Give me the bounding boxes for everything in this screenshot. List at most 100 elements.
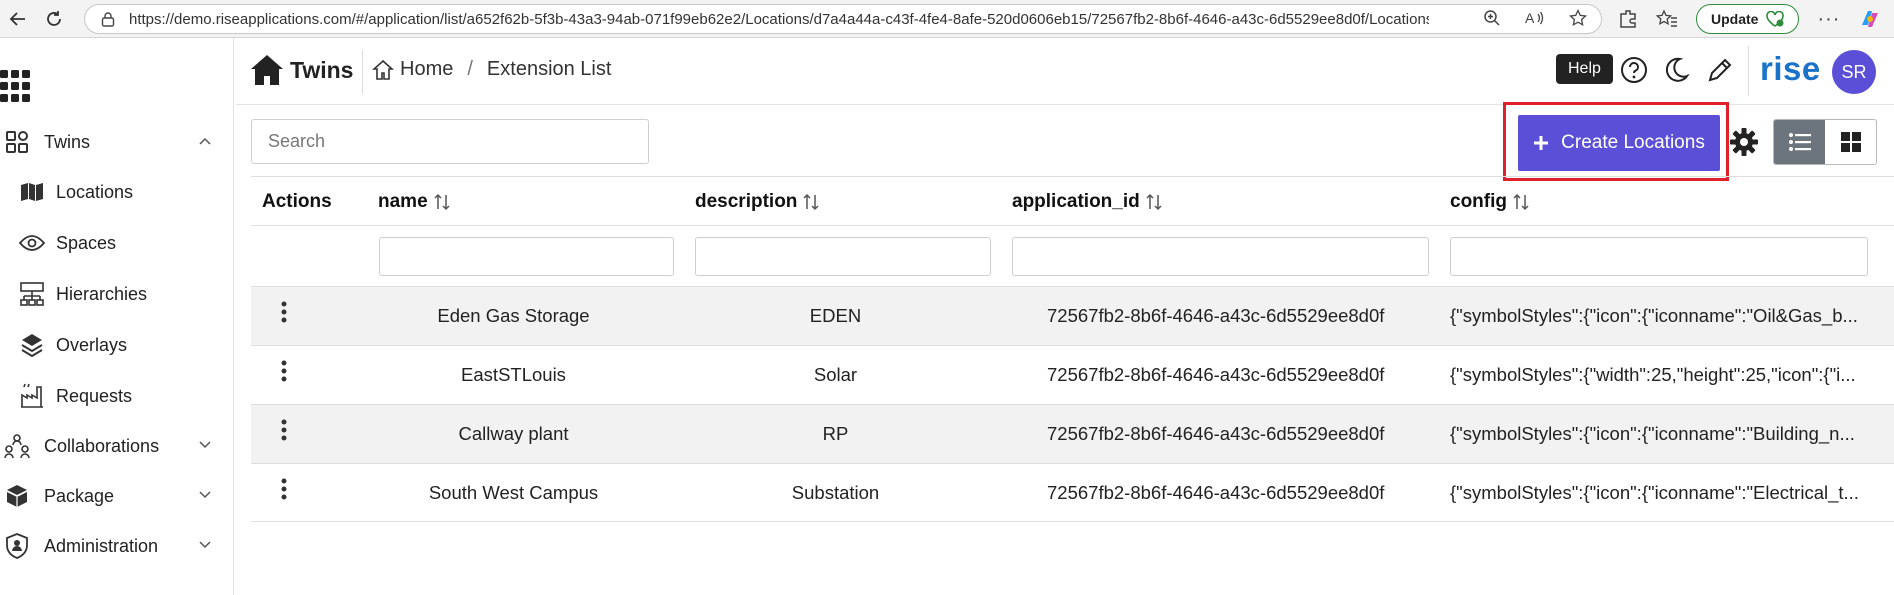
more-icon[interactable]: ··· — [1817, 8, 1840, 31]
gear-icon[interactable] — [1729, 127, 1759, 157]
back-button[interactable] — [0, 4, 36, 34]
kebab-menu-icon[interactable] — [281, 419, 287, 441]
header-divider — [362, 50, 363, 94]
list-icon — [1788, 133, 1811, 151]
chevron-down-icon — [199, 541, 211, 549]
table-top-border — [251, 176, 1894, 177]
search-input[interactable] — [251, 119, 649, 164]
sidebar-item-overlays[interactable]: Overlays — [14, 325, 246, 365]
column-header-label: application_id — [1012, 191, 1140, 212]
create-locations-button[interactable]: Create Locations — [1518, 115, 1720, 171]
cell-name: EastSTLouis — [461, 364, 566, 385]
sidebar-item-package[interactable]: Package — [0, 476, 232, 516]
column-header-name[interactable]: name — [378, 191, 450, 213]
column-header-label: Actions — [262, 191, 332, 212]
sort-icon — [1513, 193, 1529, 211]
column-header-config[interactable]: config — [1450, 191, 1529, 213]
app-title: Twins — [290, 56, 354, 83]
cell-name: Eden Gas Storage — [437, 305, 590, 326]
sort-icon — [803, 193, 819, 211]
layers-icon — [21, 334, 43, 358]
table-row[interactable]: EastSTLouis Solar 72567fb2-8b6f-4646-a43… — [251, 346, 1894, 404]
update-button[interactable]: Update — [1696, 4, 1800, 34]
sidebar-item-label: Requests — [56, 385, 133, 406]
sidebar-item-label: Package — [44, 485, 115, 506]
avatar[interactable]: SR — [1832, 50, 1876, 94]
filter-input-application-id[interactable] — [1012, 237, 1429, 276]
sidebar-item-label: Collaborations — [44, 435, 160, 456]
apps-grid-icon[interactable] — [0, 68, 30, 104]
sidebar-item-label: Administration — [44, 535, 159, 556]
kebab-menu-icon[interactable] — [281, 478, 287, 500]
header-row-border — [251, 225, 1894, 226]
filter-input-description[interactable] — [695, 237, 991, 276]
column-header-label: description — [695, 191, 798, 212]
kebab-menu-icon[interactable] — [281, 301, 287, 323]
extensions-icon[interactable] — [1618, 9, 1638, 29]
filter-input-config[interactable] — [1450, 237, 1868, 276]
moon-icon[interactable] — [1662, 56, 1690, 84]
filter-input-name[interactable] — [379, 237, 674, 276]
map-icon — [21, 183, 43, 201]
sidebar-item-administration[interactable]: Administration — [0, 526, 232, 566]
breadcrumb-home[interactable]: Home — [400, 58, 453, 81]
address-bar[interactable]: https://demo.riseapplications.com/#/appl… — [84, 4, 1602, 34]
heart-icon — [1766, 11, 1785, 27]
reload-button[interactable] — [36, 4, 72, 34]
app-brand[interactable]: Twins — [250, 54, 353, 86]
cell-config: {"symbolStyles":{"width":25,"height":25,… — [1450, 364, 1856, 385]
chevron-up-icon — [199, 137, 211, 145]
cell-application-id: 72567fb2-8b6f-4646-a43c-6d5529ee8d0f — [1047, 423, 1385, 444]
app-header: Twins Home / Extension List Help rise SR — [236, 38, 1894, 105]
table-row[interactable]: Callway plant RP 72567fb2-8b6f-4646-a43c… — [251, 405, 1894, 463]
copilot-icon[interactable] — [1858, 7, 1882, 31]
pencil-icon[interactable] — [1706, 56, 1734, 84]
sidebar-item-requests[interactable]: Requests — [14, 376, 246, 416]
sidebar-item-label: Locations — [56, 181, 134, 202]
read-aloud-icon[interactable]: A — [1525, 9, 1545, 27]
cell-config: {"symbolStyles":{"icon":{"iconname":"Oil… — [1450, 305, 1858, 326]
favorites-icon[interactable] — [1656, 9, 1678, 29]
sidebar-item-twins[interactable]: Twins — [0, 122, 232, 162]
cell-description: EDEN — [809, 305, 862, 326]
home-solid-icon — [251, 55, 283, 85]
factory-icon — [21, 383, 43, 408]
cell-name: South West Campus — [428, 482, 599, 503]
sidebar-item-label: Overlays — [56, 334, 128, 355]
cell-description: RP — [822, 423, 849, 444]
table-row[interactable]: Eden Gas Storage EDEN 72567fb2-8b6f-4646… — [251, 287, 1894, 345]
sidebar-item-spaces[interactable]: Spaces — [14, 223, 246, 263]
cell-application-id: 72567fb2-8b6f-4646-a43c-6d5529ee8d0f — [1047, 305, 1385, 326]
svg-text:A: A — [1525, 10, 1535, 26]
sidebar-item-label: Spaces — [56, 232, 117, 253]
sidebar-item-locations[interactable]: Locations — [14, 172, 246, 212]
star-icon[interactable] — [1569, 9, 1587, 27]
column-header-actions: Actions — [262, 191, 332, 213]
column-header-application-id[interactable]: application_id — [1012, 191, 1162, 213]
table-row[interactable]: South West Campus Substation 72567fb2-8b… — [251, 464, 1894, 522]
header-divider — [1748, 46, 1749, 96]
create-locations-label: Create Locations — [1561, 132, 1705, 153]
sidebar: Twins Locations Spaces Hierarchies Overl… — [0, 38, 234, 595]
list-view-button[interactable] — [1774, 120, 1825, 164]
hierarchy-icon — [20, 282, 44, 306]
sidebar-item-collaborations[interactable]: Collaborations — [0, 426, 232, 466]
box-icon — [7, 485, 27, 507]
lock-icon — [101, 12, 115, 27]
grid-view-button[interactable] — [1825, 120, 1876, 164]
column-header-description[interactable]: description — [695, 191, 819, 213]
sort-icon — [434, 193, 450, 211]
reload-icon — [47, 11, 61, 26]
sort-icon — [1146, 193, 1162, 211]
row-border — [251, 521, 1894, 522]
arrow-left-icon — [9, 12, 25, 26]
help-icon[interactable] — [1620, 56, 1648, 84]
rise-logo: rise — [1760, 50, 1821, 87]
browser-toolbar: https://demo.riseapplications.com/#/appl… — [0, 0, 1894, 38]
sidebar-item-hierarchies[interactable]: Hierarchies — [14, 274, 246, 314]
zoom-icon[interactable] — [1483, 9, 1501, 27]
kebab-menu-icon[interactable] — [281, 360, 287, 382]
eye-icon — [19, 235, 45, 251]
shield-user-icon — [6, 533, 28, 559]
help-tooltip: Help — [1556, 54, 1613, 84]
